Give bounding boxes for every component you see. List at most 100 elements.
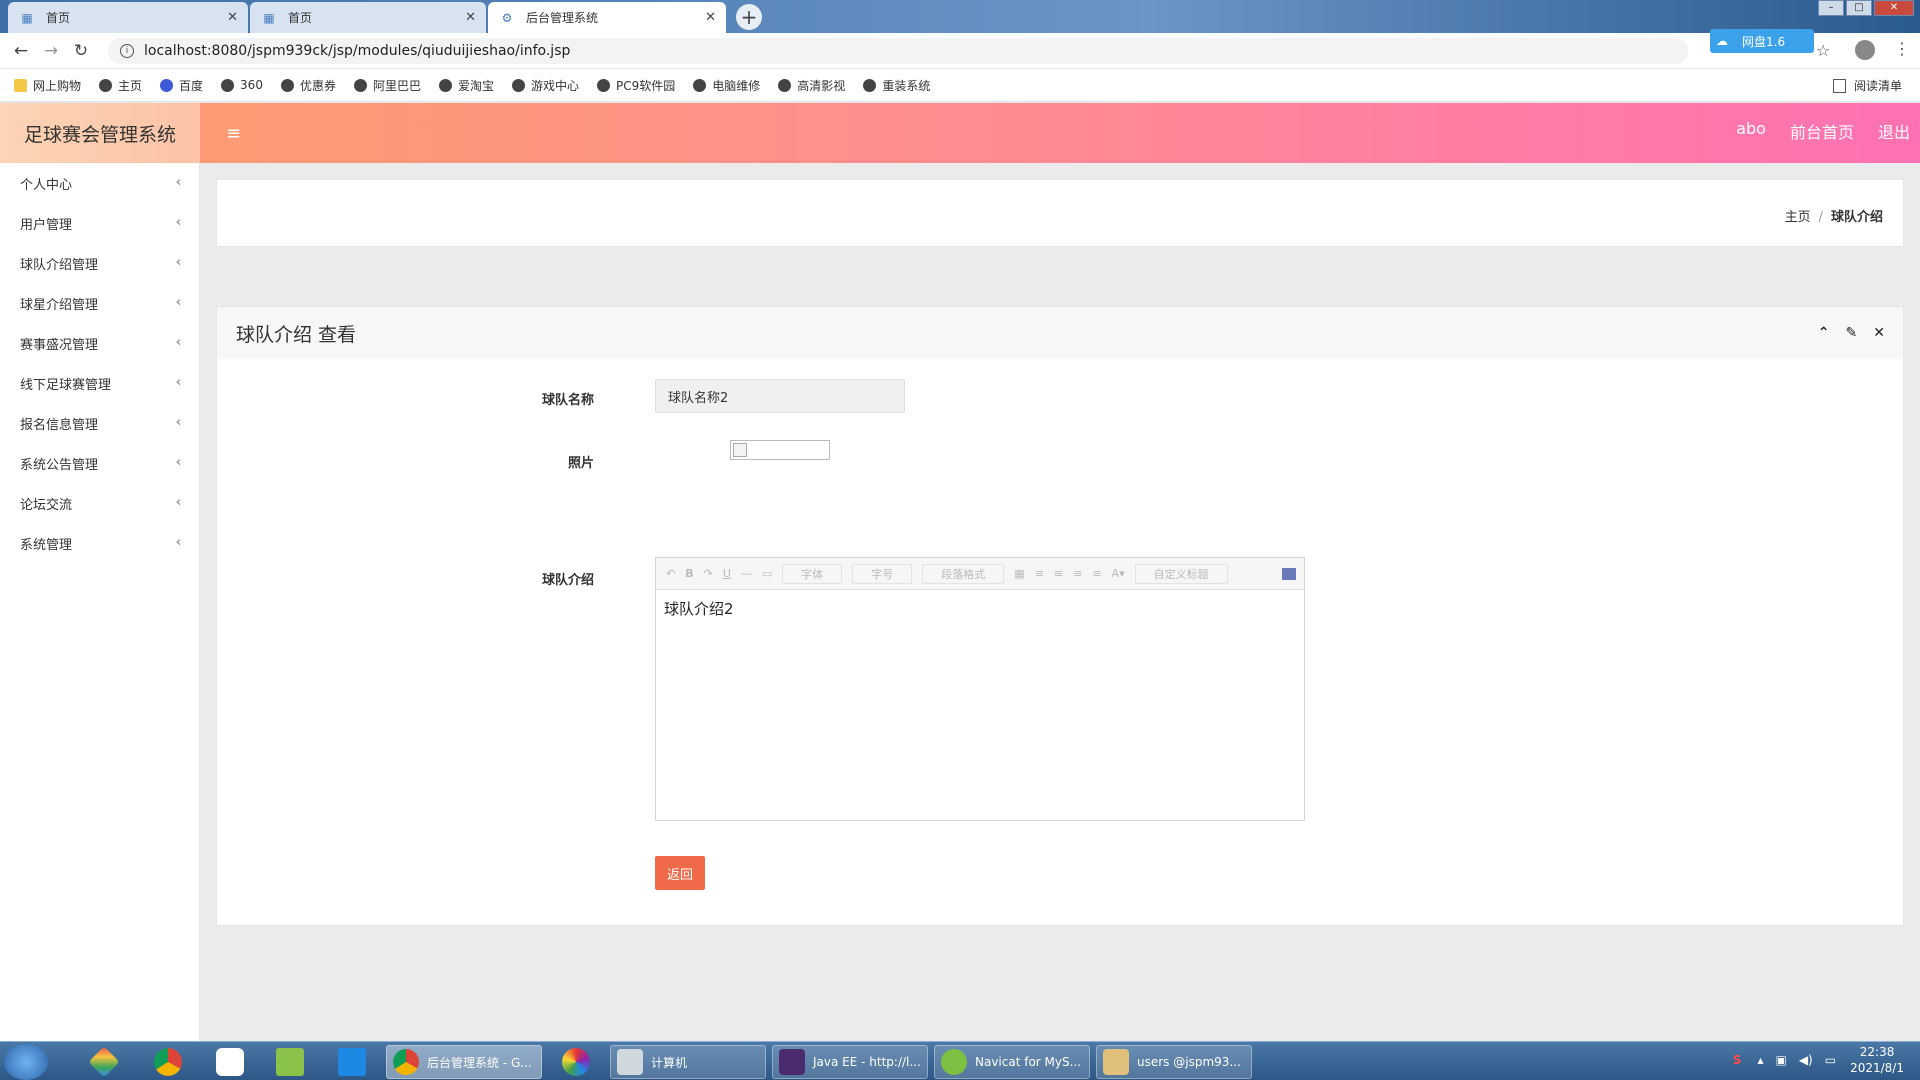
broken-image-icon xyxy=(733,443,747,457)
editor-content[interactable]: 球队介绍2 xyxy=(656,590,1304,627)
clock[interactable]: 22:38 2021/8/1 xyxy=(1850,1044,1904,1076)
sidebar-item-registrations[interactable]: 报名信息管理 ‹ xyxy=(0,403,199,443)
sidebar-item-announcements[interactable]: 系统公告管理 ‹ xyxy=(0,443,199,483)
browser-pinned-icon[interactable] xyxy=(552,1045,600,1079)
font-color-icon[interactable]: A▾ xyxy=(1112,567,1125,580)
sidebar-item-star-intro[interactable]: 球星介绍管理 ‹ xyxy=(0,283,199,323)
frontend-home-link[interactable]: 前台首页 xyxy=(1790,119,1854,143)
font-select[interactable]: 字体 xyxy=(782,563,843,584)
breadcrumb-home[interactable]: 主页 xyxy=(1785,210,1811,225)
reload-icon[interactable]: ↻ xyxy=(68,38,94,64)
bookmark-label: 百度 xyxy=(179,78,204,93)
bookmark-item[interactable]: 游戏中心 xyxy=(512,77,579,94)
bookmark-item[interactable]: 360 xyxy=(221,78,263,92)
horizontal-rule-icon[interactable]: — xyxy=(741,567,752,580)
tab-admin[interactable]: ⚙ 后台管理系统 ✕ xyxy=(488,2,726,33)
align-center-icon[interactable]: ≡ xyxy=(1073,567,1082,580)
undo-icon[interactable]: ↶ xyxy=(666,567,675,580)
network-icon[interactable]: ▣ xyxy=(1775,1053,1786,1067)
align-left-icon[interactable]: ≡ xyxy=(1035,567,1044,580)
tray-expand-icon[interactable]: ▴ xyxy=(1757,1053,1763,1067)
bookmark-star-icon[interactable]: ☆ xyxy=(1816,41,1830,60)
bookmark-label: 360 xyxy=(240,78,263,92)
maximize-button[interactable]: □ xyxy=(1846,0,1872,16)
align-right-icon[interactable]: ≡ xyxy=(1054,567,1063,580)
sidebar-item-offline-matches[interactable]: 线下足球赛管理 ‹ xyxy=(0,363,199,403)
bookmark-item[interactable]: 高清影视 xyxy=(778,77,845,94)
forward-arrow-icon[interactable]: → xyxy=(38,38,64,64)
sidebar-item-team-intro[interactable]: 球队介绍管理 ‹ xyxy=(0,243,199,283)
close-icon[interactable]: ✕ xyxy=(465,10,476,25)
sidebar-item-label: 线下足球赛管理 xyxy=(20,377,112,393)
fullscreen-icon[interactable] xyxy=(1282,567,1296,580)
paragraph-select[interactable]: 段落格式 xyxy=(922,563,1005,584)
team-name-field[interactable]: 球队名称2 xyxy=(655,379,905,413)
sidebar-item-label: 个人中心 xyxy=(20,177,73,193)
sidebar-item-forum[interactable]: 论坛交流 ‹ xyxy=(0,483,199,523)
bookmark-item[interactable]: 阿里巴巴 xyxy=(353,77,421,94)
hamburger-menu-icon[interactable]: ≡ xyxy=(226,123,241,144)
computer-icon xyxy=(617,1049,643,1075)
notepad-icon[interactable] xyxy=(266,1045,314,1079)
new-tab-button[interactable]: + xyxy=(736,4,762,30)
custom-title-select[interactable]: 自定义标题 xyxy=(1134,563,1228,584)
info-icon[interactable]: i xyxy=(120,44,134,58)
close-icon[interactable]: ✕ xyxy=(227,10,238,25)
chevron-left-icon: ‹ xyxy=(175,495,181,510)
bookmark-item[interactable]: PC9软件园 xyxy=(597,77,675,94)
app-pinned-icon[interactable] xyxy=(80,1045,128,1079)
bookmark-item[interactable]: 网上购物 xyxy=(14,77,81,94)
baidu-netdisk-icon[interactable] xyxy=(206,1045,254,1079)
bookmark-item[interactable]: 优惠券 xyxy=(280,77,336,94)
chevron-left-icon: ‹ xyxy=(175,175,181,190)
taskbar-item-computer[interactable]: 计算机 xyxy=(610,1045,766,1079)
bookmark-item[interactable]: 主页 xyxy=(99,77,142,94)
bookmark-item[interactable]: 重装系统 xyxy=(863,77,930,94)
sidebar-item-events[interactable]: 赛事盛况管理 ‹ xyxy=(0,323,199,363)
volume-icon[interactable]: ◀) xyxy=(1799,1053,1813,1067)
tab-home-1[interactable]: ▦ 首页 ✕ xyxy=(8,2,248,33)
reading-list-button[interactable]: 阅读清单 xyxy=(1832,77,1902,94)
chrome-icon[interactable] xyxy=(144,1045,192,1079)
action-center-icon[interactable]: ▭ xyxy=(1825,1053,1836,1067)
file-explorer-icon[interactable] xyxy=(328,1045,376,1079)
table-icon[interactable]: ▦ xyxy=(1014,567,1024,580)
taskbar-item-eclipse[interactable]: Java EE - http://l... xyxy=(772,1045,928,1079)
sidebar-item-users[interactable]: 用户管理 ‹ xyxy=(0,203,199,243)
username-link[interactable]: abo xyxy=(1736,119,1766,143)
rich-text-editor[interactable]: ↶ B ↷ U — ▭ 字体 字号 段落格式 ▦ ≡ ≡ ≡ ≡ A▾ 自定义标… xyxy=(655,557,1305,821)
collapse-icon[interactable]: ⌃ xyxy=(1818,325,1830,341)
input-method-icon[interactable]: S xyxy=(1733,1053,1742,1067)
paste-icon[interactable]: ▭ xyxy=(762,567,772,580)
tab-label: 首页 xyxy=(288,11,313,25)
bookmark-item[interactable]: 电脑维修 xyxy=(693,77,760,94)
size-select[interactable]: 字号 xyxy=(852,563,913,584)
logout-link[interactable]: 退出 xyxy=(1878,119,1910,143)
taskbar-item-chrome[interactable]: 后台管理系统 - G... xyxy=(386,1045,542,1079)
back-arrow-icon[interactable]: ← xyxy=(8,38,34,64)
window-controls: – □ ✕ xyxy=(1818,0,1914,16)
start-button[interactable] xyxy=(4,1044,48,1080)
close-icon[interactable]: ✕ xyxy=(1873,325,1885,341)
redo-icon[interactable]: ↷ xyxy=(704,567,713,580)
globe-icon xyxy=(438,78,452,92)
back-button[interactable]: 返回 xyxy=(655,856,705,890)
tab-home-2[interactable]: ▦ 首页 ✕ xyxy=(250,2,486,33)
sidebar-item-personal-center[interactable]: 个人中心 ‹ xyxy=(0,163,199,203)
wrench-icon[interactable]: ✎ xyxy=(1846,325,1858,341)
more-menu-icon[interactable]: ⋮ xyxy=(1894,39,1910,58)
window-close-button[interactable]: ✕ xyxy=(1874,0,1914,16)
bookmark-item[interactable]: 百度 xyxy=(160,77,203,94)
sidebar-item-system[interactable]: 系统管理 ‹ xyxy=(0,523,199,563)
minimize-button[interactable]: – xyxy=(1818,0,1844,16)
bookmark-item[interactable]: 爱淘宝 xyxy=(438,77,494,94)
bold-icon[interactable]: B xyxy=(685,567,693,580)
taskbar-item-users-table[interactable]: users @jspm93... xyxy=(1096,1045,1252,1079)
profile-avatar[interactable] xyxy=(1855,40,1875,60)
align-justify-icon[interactable]: ≡ xyxy=(1092,567,1101,580)
baidu-netdisk-button[interactable]: ☁ 网盘1.6 xyxy=(1710,29,1814,53)
underline-icon[interactable]: U xyxy=(723,567,731,580)
taskbar-item-navicat[interactable]: Navicat for MyS... xyxy=(934,1045,1090,1079)
address-bar[interactable]: i localhost:8080/jspm939ck/jsp/modules/q… xyxy=(108,38,1688,64)
close-icon[interactable]: ✕ xyxy=(705,10,716,25)
